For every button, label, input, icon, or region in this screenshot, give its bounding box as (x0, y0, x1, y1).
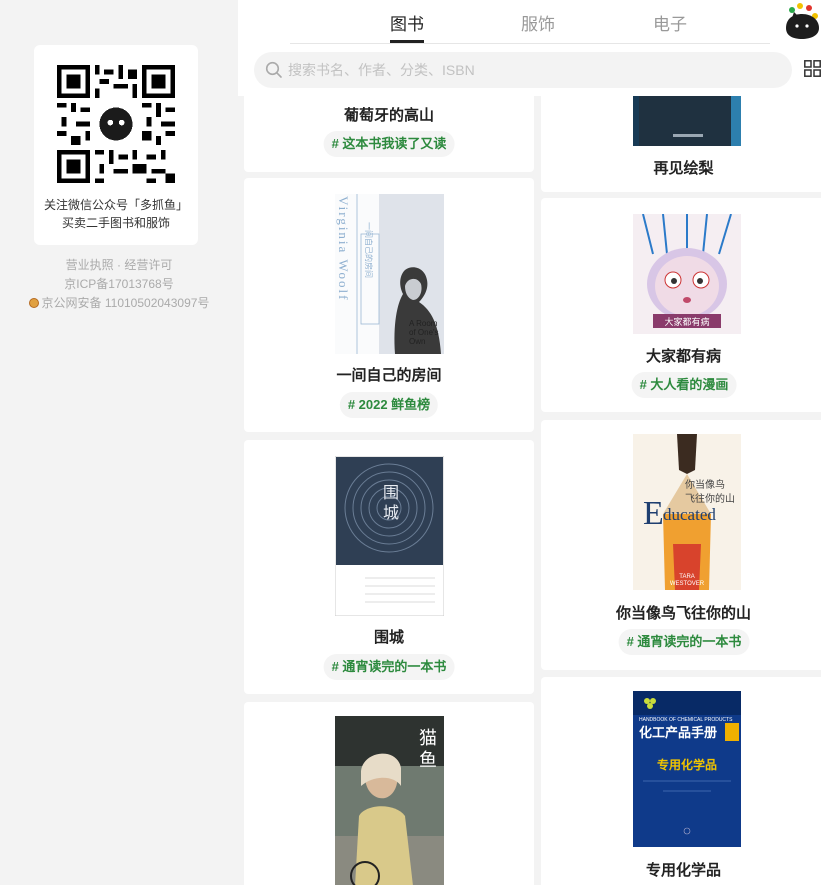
main-content: 葡萄牙的高山 # 这本书我读了又读 Virginia Woolf 一间自己的房间… (238, 0, 821, 885)
grid-view-icon[interactable] (804, 60, 821, 77)
svg-text:你当像鸟: 你当像鸟 (685, 478, 725, 491)
book-tag[interactable]: # 2022 鲜鱼榜 (339, 392, 439, 418)
book-tag[interactable]: # 这本书我读了又读 (323, 131, 455, 157)
tab-books[interactable]: 图书 (390, 10, 424, 35)
book-card[interactable]: 大家都有病 大家都有病 # 大人看的漫画 (541, 198, 821, 412)
police-record-text: 京公网安备 11010502043097号 (41, 296, 210, 310)
svg-text:围: 围 (383, 483, 399, 502)
cover-author: Virginia Woolf (336, 196, 351, 302)
cover-title-cn: 一间自己的房间 (364, 222, 374, 278)
svg-text:HANDBOOK OF CHEMICAL PRODUCTS: HANDBOOK OF CHEMICAL PRODUCTS (639, 717, 733, 723)
qr-card: 关注微信公众号「多抓鱼」 买卖二手图书和服饰 (34, 45, 198, 245)
search-icon (265, 61, 282, 78)
svg-text:猫: 猫 (419, 728, 437, 749)
search-input[interactable] (288, 52, 778, 88)
left-sidebar: 关注微信公众号「多抓鱼」 买卖二手图书和服饰 营业执照 · 经营许可 京ICP备… (0, 0, 238, 885)
svg-text:飞往你的山: 飞往你的山 (685, 492, 735, 505)
header: 图书 服饰 电子 (238, 0, 821, 96)
search-bar[interactable] (254, 52, 792, 88)
book-card[interactable]: HANDBOOK OF CHEMICAL PRODUCTS 化工产品手册 专用化… (541, 677, 821, 885)
book-cover: Virginia Woolf 一间自己的房间 A Room of One's O… (335, 194, 444, 354)
qr-caption: 关注微信公众号「多抓鱼」 买卖二手图书和服饰 (34, 196, 198, 232)
book-cover: 围 城 (335, 456, 444, 616)
tab-clothing[interactable]: 服饰 (521, 10, 555, 35)
svg-text:TARA: TARA (679, 574, 695, 580)
book-tag[interactable]: # 通宵读完的一本书 (323, 654, 455, 680)
book-cover: 你当像鸟 飞往你的山 E ducated TARA WESTOVER (633, 434, 741, 590)
book-title: 大家都有病 (645, 348, 721, 365)
category-tabs: 图书 服饰 电子 (290, 0, 770, 44)
svg-text:ducated: ducated (663, 505, 716, 524)
active-tab-indicator (390, 40, 424, 43)
book-cover: 猫 鱼 (335, 716, 444, 885)
license-links[interactable]: 营业执照 · 经营许可 (0, 256, 238, 275)
svg-text:鱼: 鱼 (419, 750, 437, 771)
svg-text:化工产品手册: 化工产品手册 (639, 725, 717, 741)
book-title: 再见绘梨 (653, 160, 714, 177)
svg-text:of One's: of One's (409, 328, 439, 337)
book-card[interactable]: 猫 鱼 (244, 702, 534, 885)
book-card[interactable]: Virginia Woolf 一间自己的房间 A Room of One's O… (244, 178, 534, 432)
svg-text:Own: Own (409, 337, 425, 346)
cover-title-cn: 大家都有病 (664, 316, 709, 328)
qr-caption-line2: 买卖二手图书和服饰 (61, 216, 170, 230)
book-cover: HANDBOOK OF CHEMICAL PRODUCTS 化工产品手册 专用化… (633, 691, 741, 847)
book-tag[interactable]: # 大人看的漫画 (631, 372, 737, 398)
book-title: 围城 (373, 629, 404, 646)
tab-electronics[interactable]: 电子 (653, 10, 687, 35)
book-title: 专用化学品 (645, 862, 721, 879)
svg-text:城: 城 (383, 503, 399, 522)
svg-text:E: E (643, 495, 664, 532)
book-title: 你当像鸟飞往你的山 (615, 605, 751, 622)
svg-text:A Room: A Room (409, 319, 438, 328)
book-title: 葡萄牙的高山 (343, 107, 434, 124)
book-card[interactable]: 围 城 围城 # 通宵读完的一本书 (244, 440, 534, 694)
book-tag[interactable]: # 通宵读完的一本书 (618, 629, 750, 655)
qr-code-icon (57, 65, 175, 183)
book-cover: 大家都有病 (633, 214, 741, 334)
book-title: 一间自己的房间 (336, 367, 442, 384)
book-card[interactable]: 你当像鸟 飞往你的山 E ducated TARA WESTOVER 你当像鸟飞… (541, 420, 821, 670)
svg-text:WESTOVER: WESTOVER (670, 581, 705, 587)
icp-record[interactable]: 京ICP备17013768号 (0, 275, 238, 294)
police-badge-icon (28, 298, 39, 308)
mascot-cat-icon[interactable] (784, 2, 821, 39)
police-record[interactable]: 京公网安备 11010502043097号 (0, 294, 238, 313)
svg-text:专用化学品: 专用化学品 (657, 757, 717, 772)
qr-caption-line1: 关注微信公众号「多抓鱼」 (43, 198, 188, 212)
